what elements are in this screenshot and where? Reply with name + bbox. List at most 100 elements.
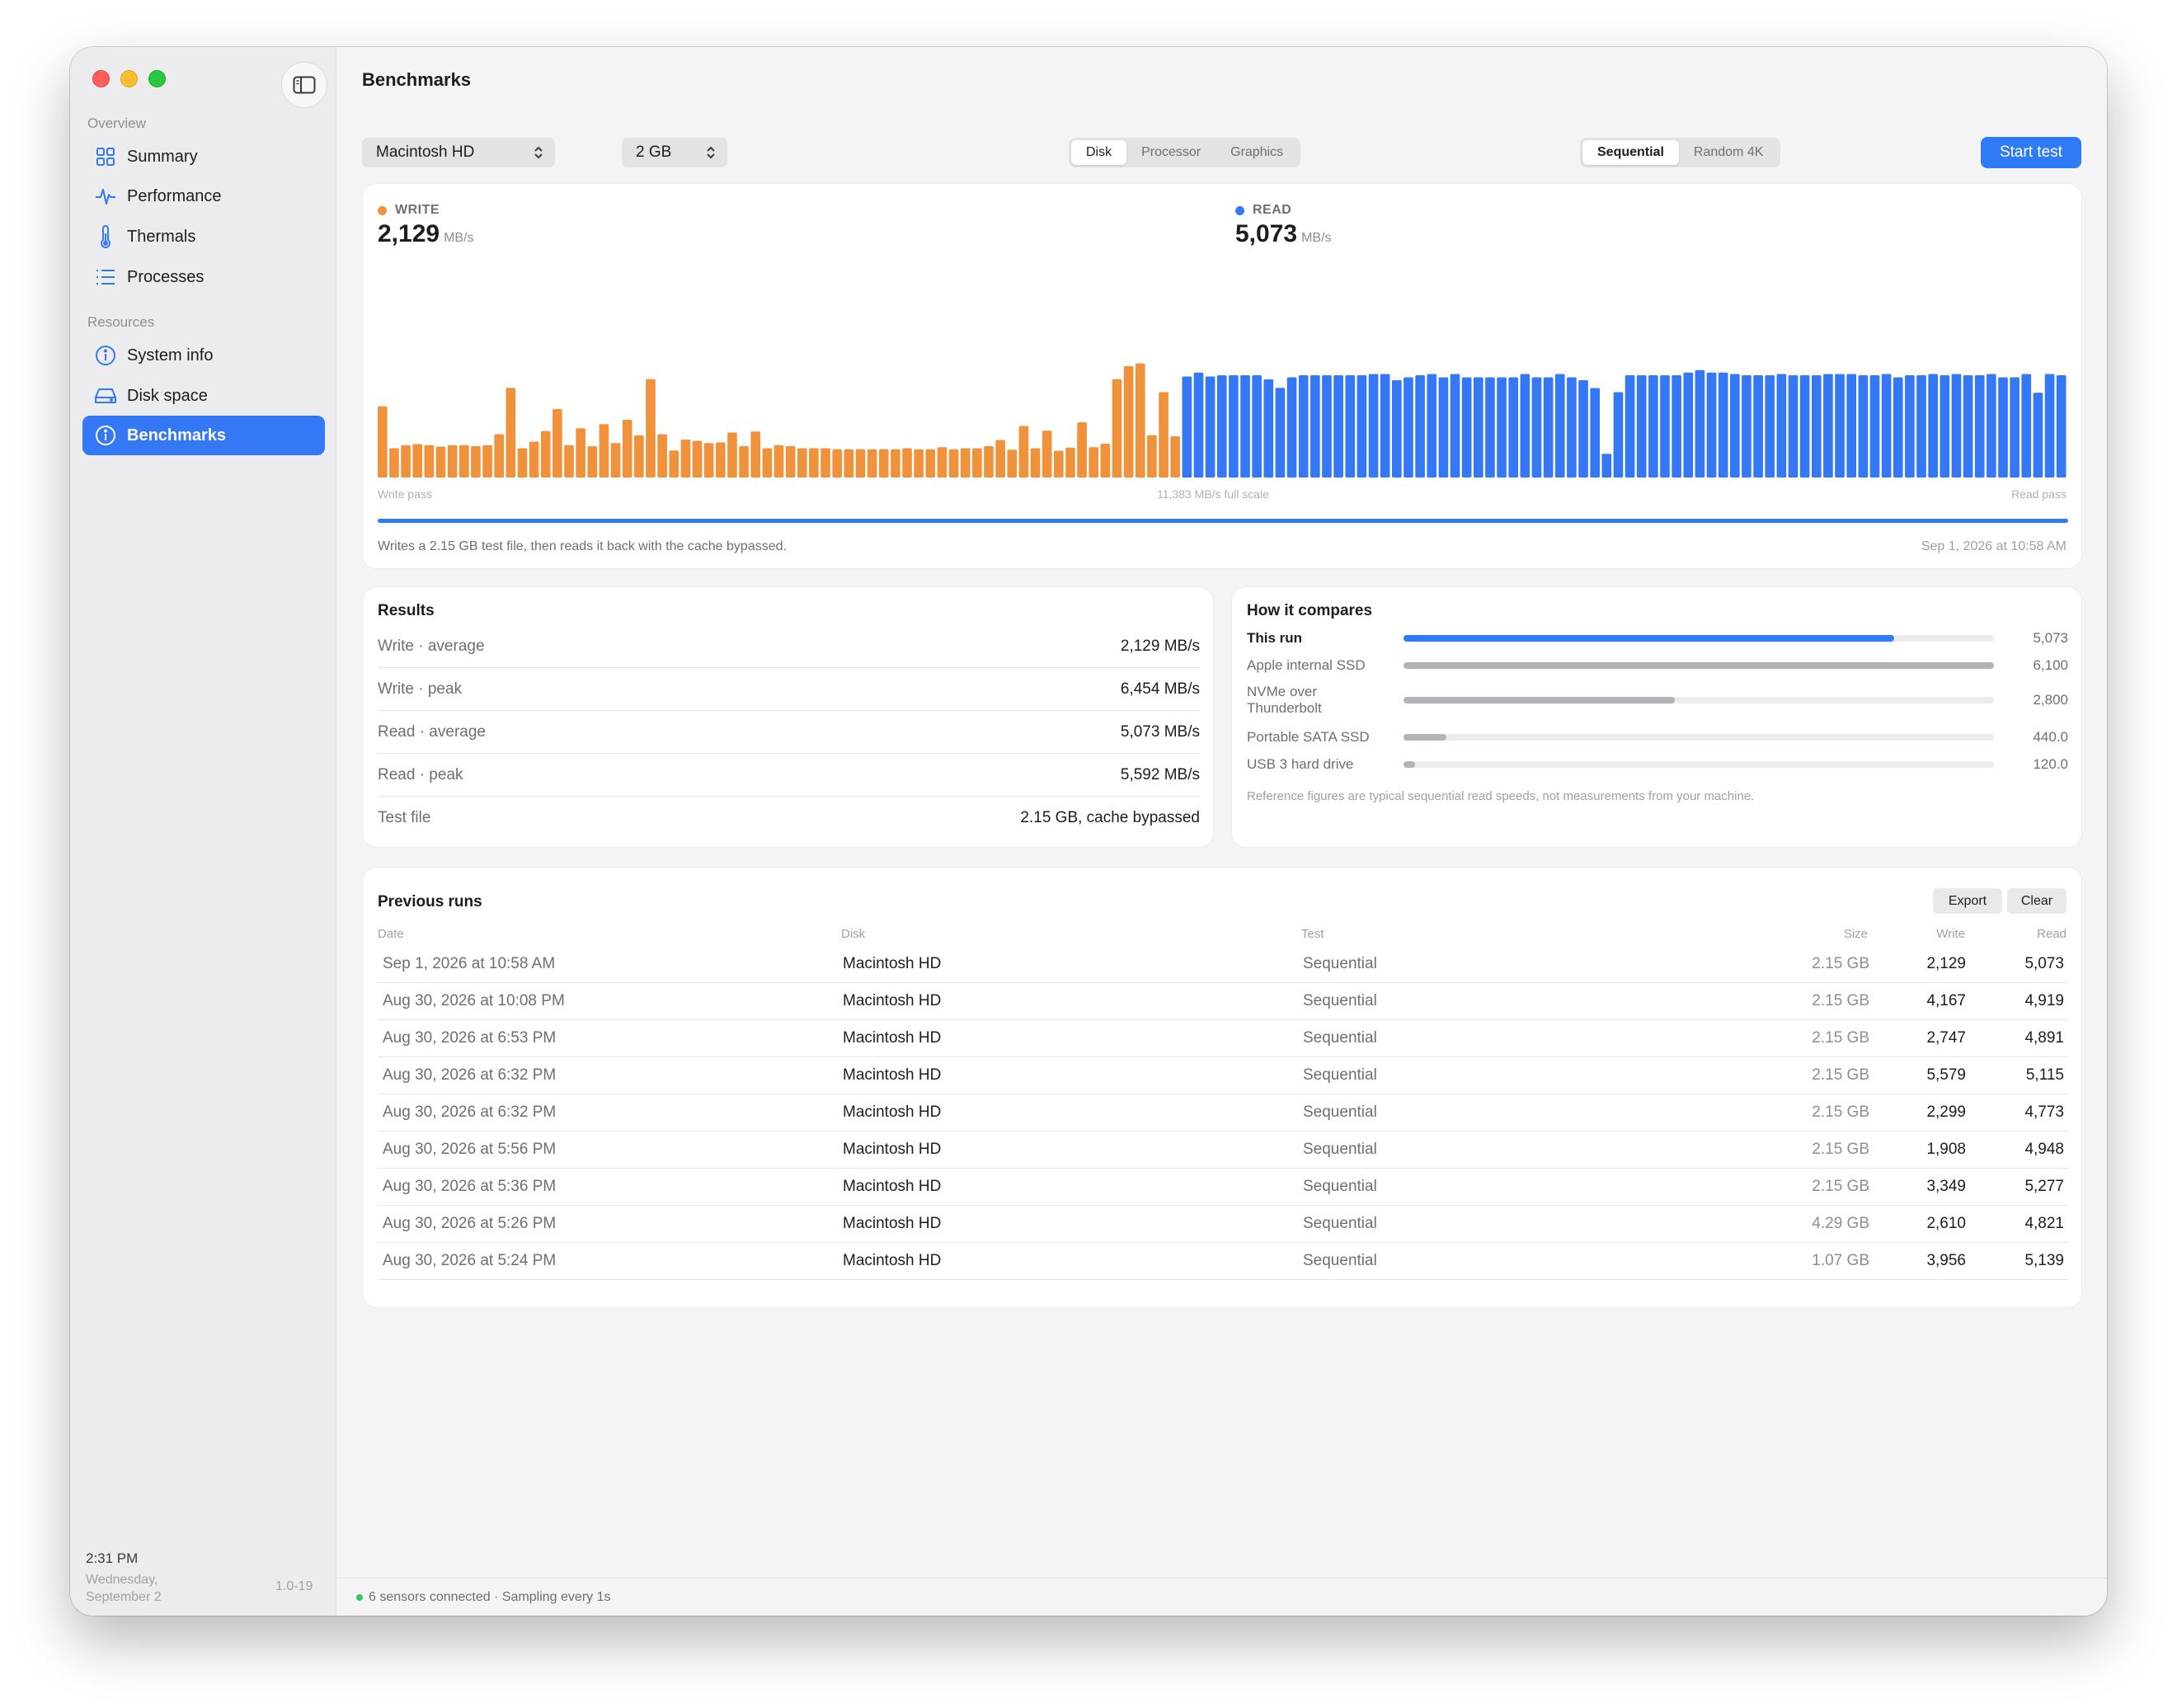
comparison-name: USB 3 hard drive [1247,756,1354,772]
page-title: Benchmarks [362,69,472,90]
comparison-fill [1404,697,1675,703]
minimize-window-button[interactable] [120,70,138,87]
read-label: READ [1253,203,1292,217]
column-header-write[interactable]: Write [1936,927,1965,941]
column-header-test[interactable]: Test [1301,927,1324,941]
comparison-value: 2,800 [2033,692,2068,708]
comparison-row: USB 3 hard drive 120.0 [1247,756,2068,773]
write-bar [646,379,656,478]
read-bar [1473,377,1483,478]
read-bar [1275,388,1286,478]
cell-read: 4,891 [2024,1029,2064,1047]
tab-random-4k[interactable]: Random 4K [1679,140,1779,165]
sidebar-item-thermals[interactable]: Thermals [82,217,325,256]
read-bar [1625,375,1635,478]
write-bar [1159,392,1168,478]
result-label: Test file [378,809,431,826]
cell-write: 2,299 [1926,1103,1966,1121]
write-bar [925,449,936,478]
sidebar-item-performance[interactable]: Performance [82,176,325,216]
write-bar [412,444,423,478]
write-bar [435,446,446,478]
table-row[interactable]: Aug 30, 2026 at 5:26 PM Macintosh HD Seque… [378,1205,2068,1243]
tab-disk[interactable]: Disk [1071,140,1127,165]
column-header-disk[interactable]: Disk [841,927,865,941]
sidebar-item-benchmarks[interactable]: Benchmarks [82,416,325,455]
cell-size: 1.07 GB [1812,1252,1869,1269]
write-bar [1041,431,1052,478]
read-dot-icon [1235,205,1244,215]
size-select[interactable]: 2 GB [622,138,727,167]
cell-disk: Macintosh HD [843,1103,942,1121]
read-bar [1345,375,1356,478]
table-row[interactable]: Aug 30, 2026 at 6:53 PM Macintosh HD Seque… [378,1019,2068,1057]
read-bar [1286,377,1297,478]
comparison-fill [1404,734,1446,741]
write-bar [902,448,912,478]
sidebar-item-system-info[interactable]: System info [82,336,325,375]
read-bar [1322,375,1332,478]
section-label-resources: Resources [87,314,155,330]
sidebar-item-summary[interactable]: Summary [82,137,325,176]
cell-disk: Macintosh HD [843,992,942,1009]
sidebar-item-disk-space[interactable]: Disk space [82,376,325,416]
start-test-button[interactable]: Start test [1981,137,2081,168]
disk-select[interactable]: Macintosh HD [362,138,555,167]
sidebar-toggle-button[interactable] [281,62,327,108]
write-bar [552,409,562,478]
write-bar [820,448,830,478]
write-bar [1112,379,1122,478]
cell-test: Sequential [1303,1178,1377,1195]
main-content: Benchmarks Macintosh HD 2 GB Disk Proces… [336,47,2107,1616]
tab-processor[interactable]: Processor [1126,140,1215,165]
write-bar [891,449,900,478]
column-header-read[interactable]: Read [2037,927,2067,941]
thermometer-icon [94,225,117,248]
cell-read: 4,919 [2024,992,2064,1009]
table-row[interactable]: Aug 30, 2026 at 5:24 PM Macintosh HD Seque… [378,1242,2068,1280]
cell-write: 1,908 [1926,1141,1966,1158]
write-bar [1088,447,1099,478]
status-dot-icon [356,1594,363,1601]
write-bar [785,446,796,478]
close-window-button[interactable] [92,70,110,87]
write-label: WRITE [395,203,440,217]
read-bar [1940,375,1950,478]
sidebar-item-processes[interactable]: Processes [82,257,325,297]
write-bar [1018,426,1029,478]
read-bar [1765,375,1775,478]
cell-date: Aug 30, 2026 at 6:32 PM [383,1103,557,1121]
write-bar [634,435,644,478]
write-bar [937,447,947,478]
read-bar [1543,377,1554,478]
table-row[interactable]: Sep 1, 2026 at 10:58 AM Macintosh HD Seque… [378,945,2068,983]
export-button[interactable]: Export [1933,888,2002,914]
table-row[interactable]: Aug 30, 2026 at 5:36 PM Macintosh HD Seque… [378,1168,2068,1206]
read-bar [1392,380,1402,478]
column-header-size[interactable]: Size [1844,927,1868,941]
cell-size: 2.15 GB [1812,992,1869,1009]
read-bar [1742,375,1751,478]
tab-sequential[interactable]: Sequential [1582,140,1679,165]
write-bar [1030,448,1041,478]
disk-select-value: Macintosh HD [376,144,475,161]
table-row[interactable]: Aug 30, 2026 at 10:08 PM Macintosh HD Sequ… [378,982,2068,1020]
comparison-track [1404,697,1994,703]
read-bar [1205,376,1215,478]
clear-button[interactable]: Clear [2007,888,2067,914]
table-row[interactable]: Aug 30, 2026 at 6:32 PM Macintosh HD Seque… [378,1094,2068,1132]
mode-segmented-control: Sequential Random 4K [1580,138,1781,167]
write-bar [1007,449,1018,478]
column-header-date[interactable]: Date [378,927,404,941]
results-card: Results Write · average 2,129 MB/s Write … [362,586,1214,848]
write-bar [517,448,528,478]
cell-date: Aug 30, 2026 at 5:24 PM [383,1252,557,1269]
table-row[interactable]: Aug 30, 2026 at 5:56 PM Macintosh HD Seque… [378,1131,2068,1169]
zoom-window-button[interactable] [148,70,166,87]
cell-disk: Macintosh HD [843,1178,942,1195]
read-bar [1695,369,1705,478]
tab-graphics[interactable]: Graphics [1215,140,1298,165]
status-message: 6 sensors connected · Sampling every 1s [369,1590,611,1604]
write-bar [773,445,784,478]
table-row[interactable]: Aug 30, 2026 at 6:32 PM Macintosh HD Seque… [378,1056,2068,1094]
